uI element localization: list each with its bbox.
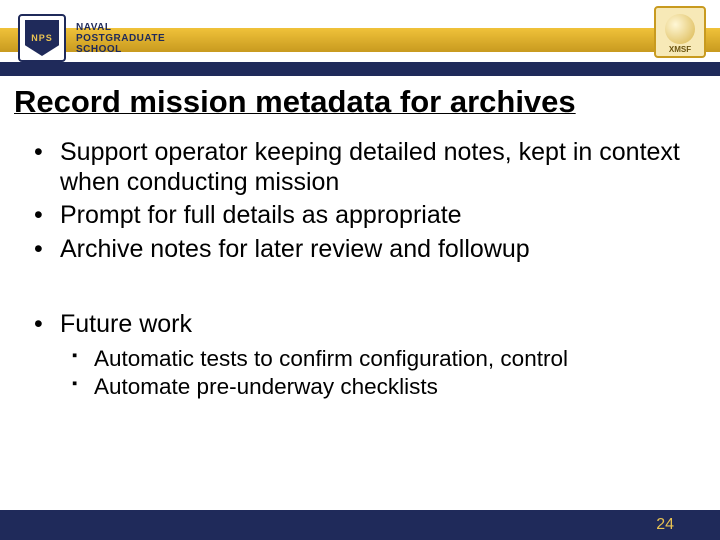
xmsf-face-icon xyxy=(665,14,695,44)
org-line-2: POSTGRADUATE xyxy=(76,33,165,44)
footer-bar: 24 xyxy=(0,510,720,540)
bullet-item: Support operator keeping detailed notes,… xyxy=(28,138,692,197)
org-line-3: SCHOOL xyxy=(76,44,165,55)
future-heading: Future work xyxy=(60,310,192,338)
slide: NPS NAVAL POSTGRADUATE SCHOOL XMSF Recor… xyxy=(0,0,720,540)
nps-org-text: NAVAL POSTGRADUATE SCHOOL xyxy=(76,22,165,55)
bullet-item: Prompt for full details as appropriate xyxy=(28,201,692,231)
sub-bullet-item: Automatic tests to confirm configuration… xyxy=(60,346,692,373)
bullet-item: Archive notes for later review and follo… xyxy=(28,235,692,265)
sub-bullet-item: Automate pre-underway checklists xyxy=(60,374,692,401)
page-number: 24 xyxy=(656,516,674,534)
header: NPS NAVAL POSTGRADUATE SCHOOL XMSF xyxy=(0,0,720,62)
xmsf-logo-icon: XMSF xyxy=(654,6,706,58)
slide-title: Record mission metadata for archives xyxy=(14,84,720,120)
nps-shield-text: NPS xyxy=(31,33,53,43)
nps-logo-block: NPS NAVAL POSTGRADUATE SCHOOL xyxy=(18,14,165,62)
xmsf-label: XMSF xyxy=(669,45,691,54)
org-line-1: NAVAL xyxy=(76,22,165,33)
slide-body: Support operator keeping detailed notes,… xyxy=(0,120,720,510)
nps-shield-icon: NPS xyxy=(18,14,66,62)
bullet-future: Future work Automatic tests to confirm c… xyxy=(28,310,692,401)
navy-band-top xyxy=(0,62,720,76)
